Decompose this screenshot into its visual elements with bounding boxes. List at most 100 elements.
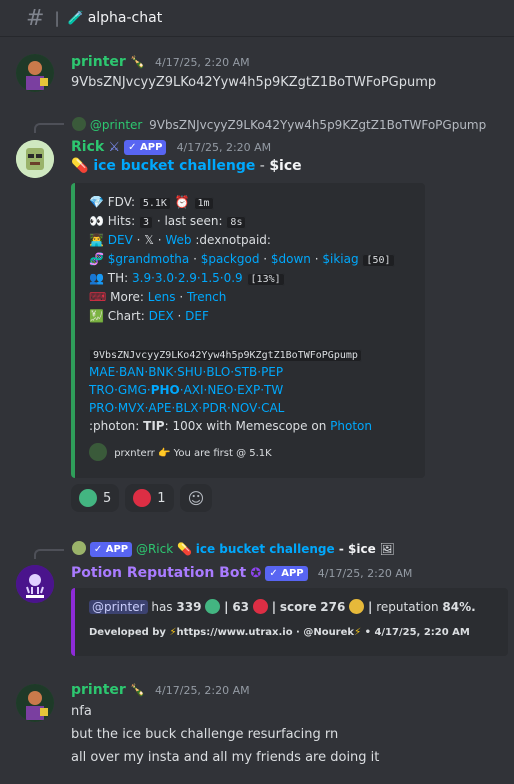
avatar[interactable]	[16, 684, 54, 722]
reply-avatar	[72, 541, 86, 555]
wins-count: 339	[176, 600, 202, 614]
dev-url: https://www.utrax.io	[176, 627, 293, 638]
dex-link[interactable]: DEX	[149, 309, 174, 323]
test-tube-emoji: 🧪	[67, 10, 84, 26]
reply-avatar	[72, 117, 86, 131]
verified-icon: ✪	[250, 566, 262, 581]
footer-timestamp: • 4/17/25, 2:20 AM	[364, 627, 470, 638]
lens-link[interactable]: Lens	[148, 290, 176, 304]
message-line: but the ice buck challenge resurfacing r…	[71, 727, 339, 742]
reply-author[interactable]: @Rick	[136, 542, 173, 556]
tags-count: [50]	[362, 254, 395, 267]
rick-username[interactable]: Rick	[71, 139, 104, 155]
timestamp: 4/17/25, 2:20 AM	[155, 56, 250, 69]
footer-avatar	[89, 443, 107, 461]
embed-footer: prxnterr 👉 You are first @ 5.1K	[89, 443, 272, 462]
timestamp: 4/17/25, 2:20 AM	[155, 684, 250, 697]
crossed-swords-icon: ⚔	[108, 140, 120, 155]
x-link[interactable]: 𝕏	[144, 233, 154, 247]
last-seen-value: 8s	[226, 216, 247, 229]
pill-icon: 💊	[176, 542, 192, 556]
clock-icon: ⏰	[174, 195, 190, 209]
reply-author[interactable]: @printer	[90, 118, 143, 132]
exchanges-row-2-end[interactable]: ·AXI·NEO·EXP·TW	[180, 383, 283, 397]
dev-link[interactable]: DEV	[108, 233, 133, 247]
tag-link[interactable]: $grandmotha	[108, 252, 189, 266]
score-label: score	[279, 600, 317, 614]
potion-username[interactable]: Potion Reputation Bot	[71, 565, 246, 581]
app-badge: ✓ APP	[124, 140, 167, 155]
th-label: TH:	[107, 271, 129, 285]
reaction-count: 1	[157, 490, 166, 506]
image-icon: 🖼	[379, 542, 395, 556]
trench-link[interactable]: Trench	[187, 290, 226, 304]
footer-user: prxnterr	[114, 448, 155, 459]
username[interactable]: printer	[71, 54, 126, 70]
hits-row: 👀 Hits: 3 · last seen: 8s	[89, 213, 247, 231]
contract-address[interactable]: 9VbsZNJvcyyZ9LKo42Yyw4h5p9KZgtZ1BoTWFoPG…	[89, 349, 362, 362]
token-embed: 💎 FDV: 5.1K ⏰ 1m 👀 Hits: 3 · last seen: …	[71, 183, 425, 478]
reply-preview[interactable]: ✓ APP @Rick 💊 ice bucket challenge - $ic…	[72, 541, 395, 557]
reaction-red-circle[interactable]: 1	[125, 484, 174, 512]
tag-link[interactable]: $down	[271, 252, 311, 266]
exchanges-row-3[interactable]: PRO·MVX·APE·BLX·PDR·NOV·CAL	[89, 400, 284, 416]
message-printer-1: printer 🍾 4/17/25, 2:20 AM 9VbsZNJvcyyZ9…	[0, 48, 514, 98]
losses-count: 63	[232, 600, 250, 614]
reaction-green-circle[interactable]: 5	[71, 484, 120, 512]
title-separator: -	[255, 158, 270, 174]
message-line: nfa	[71, 704, 92, 719]
def-link[interactable]: DEF	[185, 309, 209, 323]
fdv-age: 1m	[193, 197, 214, 210]
reply-preview[interactable]: @printer 9VbsZNJvcyyZ9LKo42Yyw4h5p9KZgtZ…	[72, 117, 486, 132]
diamond-icon: 💎	[89, 195, 104, 209]
add-reaction-button[interactable]: ☺	[179, 484, 213, 512]
contract-row: 9VbsZNJvcyyZ9LKo42Yyw4h5p9KZgtZ1BoTWFoPG…	[89, 346, 362, 364]
red-circle-icon	[252, 599, 268, 614]
lightning-icon: ⚡	[354, 627, 362, 638]
footer-text: You are first @ 5.1K	[173, 448, 272, 459]
eyes-icon: 👀	[89, 214, 104, 228]
app-badge-label: APP	[281, 568, 304, 579]
reply-link[interactable]: ice bucket challenge	[196, 542, 335, 556]
timestamp: 4/17/25, 2:20 AM	[317, 567, 413, 580]
red-circle-icon	[133, 489, 152, 507]
people-icon: 👥	[89, 271, 104, 285]
reputation-footer: Developed by ⚡ https://www.utrax.io · @No…	[89, 625, 470, 641]
smiley-icon: ☺	[187, 488, 205, 508]
channel-name[interactable]: alpha-chat	[88, 10, 163, 26]
message-text: 9VbsZNJvcyyZ9LKo42Yyw4h5p9KZgtZ1BoTWFoPG…	[71, 75, 437, 90]
keyboard-icon: ⌨	[89, 290, 107, 304]
hits-value: 3	[138, 216, 153, 229]
exchanges-row-2[interactable]: TRO·GMG·PHO·AXI·NEO·EXP·TW	[89, 382, 283, 398]
tip-text: : 100x with Memescope on	[164, 419, 327, 433]
links-row: 👨‍💻 DEV · 𝕏 · Web :dexnotpaid:	[89, 233, 271, 247]
coin-icon	[349, 599, 365, 614]
channel-header: # | 🧪 alpha-chat	[0, 0, 514, 37]
app-badge-label: APP	[140, 142, 163, 153]
web-link[interactable]: Web	[165, 233, 191, 247]
tip-row: :photon: TIP: 100x with Memescope on Pho…	[89, 418, 372, 434]
exchange-pho[interactable]: PHO	[151, 383, 180, 397]
more-row: ⌨ More: Lens · Trench	[89, 290, 227, 304]
avatar[interactable]	[16, 54, 54, 92]
green-circle-icon	[205, 599, 221, 614]
tag-link[interactable]: $packgod	[201, 252, 260, 266]
photon-link[interactable]: Photon	[330, 419, 372, 433]
reputation-row: @printer has 339 | 63 | score 276 | repu…	[89, 599, 476, 615]
user-mention[interactable]: @printer	[89, 600, 148, 614]
message-printer-2: printer 🍾 4/17/25, 2:20 AM nfa but the i…	[0, 680, 514, 784]
dexnotpaid-emoji: :dexnotpaid:	[195, 233, 271, 247]
tag-link[interactable]: $ikiag	[322, 252, 358, 266]
exchanges-row-2-start[interactable]: TRO·GMG·	[89, 383, 151, 397]
exchanges-row-1[interactable]: MAE·BAN·BNK·SHU·BLO·STB·PEP	[89, 364, 283, 380]
potion-avatar[interactable]	[16, 565, 54, 603]
app-badge-label: APP	[105, 544, 129, 555]
has-label: has	[151, 600, 173, 614]
token-title-link[interactable]: ice bucket challenge	[93, 158, 255, 174]
reputation-value: 84%.	[442, 600, 476, 614]
th-values[interactable]: 3.9·3.0·2.9·1.5·0.9	[132, 271, 243, 285]
message-line: all over my insta and all my friends are…	[71, 750, 380, 765]
token-ticker: $ice	[269, 158, 302, 174]
username[interactable]: printer	[71, 682, 126, 698]
rick-avatar[interactable]	[16, 140, 54, 178]
